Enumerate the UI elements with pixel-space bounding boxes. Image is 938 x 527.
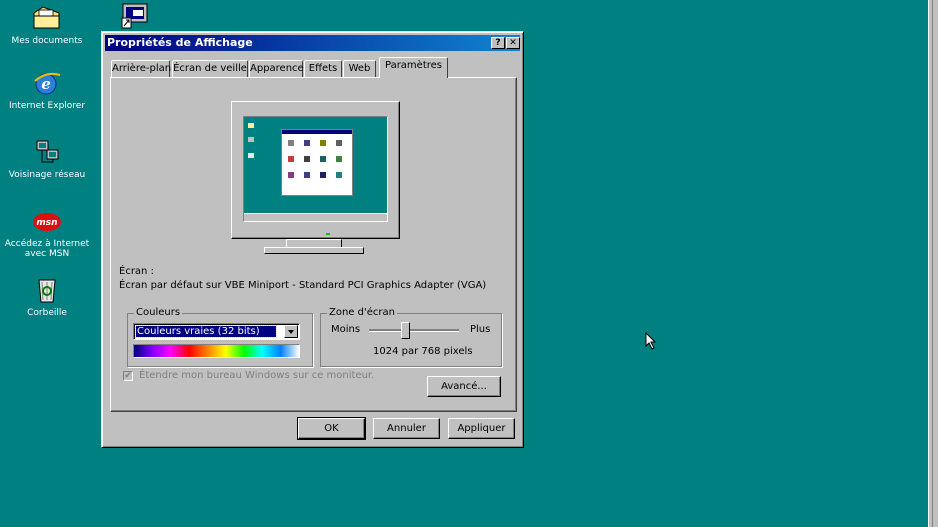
- monitor-screen: [243, 116, 388, 222]
- resolution-text: 1024 par 768 pixels: [373, 346, 473, 357]
- advanced-button[interactable]: Avancé...: [427, 376, 501, 397]
- chevron-down-icon[interactable]: [284, 325, 298, 338]
- desktop-icon-label: Internet Explorer: [8, 101, 86, 111]
- slider-max-label: Plus: [470, 324, 491, 335]
- svg-text:e: e: [41, 75, 51, 93]
- desktop-icon-label: Corbeille: [27, 308, 67, 318]
- help-button[interactable]: ?: [491, 37, 505, 49]
- desktop-icon-label: Accédez à Internet avec MSN: [4, 239, 90, 259]
- title-bar[interactable]: Propriétés de Affichage ? ✕: [105, 35, 520, 51]
- desktop-icon-internet-explorer[interactable]: e Internet Explorer: [0, 69, 94, 111]
- network-icon: [31, 138, 63, 166]
- desktop-icon-mes-documents[interactable]: Mes documents: [0, 4, 94, 46]
- desktop-icon-msn[interactable]: msn Accédez à Internet avec MSN: [0, 207, 94, 259]
- monitor-preview: [231, 101, 400, 239]
- ok-button[interactable]: OK: [297, 417, 366, 440]
- desktop-icon-voisinage-reseau[interactable]: Voisinage réseau: [0, 138, 94, 180]
- msn-badge: msn: [36, 218, 57, 228]
- msn-icon: msn: [31, 207, 63, 235]
- folder-documents-icon: [31, 4, 63, 32]
- screen-area-legend: Zone d'écran: [327, 307, 397, 319]
- power-led: [326, 233, 330, 235]
- resolution-slider-thumb[interactable]: [401, 322, 410, 339]
- recycle-bin-icon: [31, 276, 63, 304]
- tab-web[interactable]: Web: [343, 60, 376, 77]
- screen-area-group: Zone d'écran: [320, 307, 502, 367]
- tab-parametres[interactable]: Paramètres: [379, 57, 448, 78]
- monitor-base: [264, 247, 364, 254]
- display-properties-dialog[interactable]: Propriétés de Affichage ? ✕ Arrière-plan…: [101, 31, 524, 448]
- settings-panel: Écran : Écran par défaut sur VBE Minipor…: [110, 77, 517, 412]
- window-title: Propriétés de Affichage: [107, 36, 253, 49]
- mouse-cursor-icon: [645, 331, 657, 353]
- display-shortcut-icon[interactable]: [120, 2, 150, 30]
- resolution-slider-track[interactable]: [369, 329, 459, 332]
- close-button[interactable]: ✕: [506, 37, 520, 49]
- tab-effets[interactable]: Effets: [304, 60, 342, 77]
- desktop-icon-corbeille[interactable]: Corbeille: [0, 276, 94, 318]
- desktop-icon-label: Mes documents: [11, 36, 83, 46]
- screen-label: Écran :: [119, 266, 154, 277]
- cancel-button[interactable]: Annuler: [373, 418, 440, 439]
- extend-desktop-label: Étendre mon bureau Windows sur ce monite…: [139, 370, 375, 381]
- internet-explorer-icon: e: [31, 69, 63, 97]
- screen-adapter-value: Écran par défaut sur VBE Miniport - Stan…: [119, 280, 487, 291]
- color-spectrum: [133, 344, 300, 358]
- colors-selected-value: Couleurs vraies (32 bits): [135, 325, 277, 338]
- apply-button[interactable]: Appliquer: [448, 418, 515, 439]
- desktop-icon-label: Voisinage réseau: [8, 170, 86, 180]
- colors-group: Couleurs: [127, 307, 313, 367]
- tab-apparence[interactable]: Apparence: [249, 60, 304, 77]
- window-edge: [928, 0, 938, 527]
- tab-arriere-plan[interactable]: Arrière-plan: [111, 60, 171, 77]
- slider-min-label: Moins: [331, 324, 361, 335]
- colors-legend: Couleurs: [134, 307, 183, 319]
- mini-window: [281, 129, 353, 196]
- colors-select[interactable]: Couleurs vraies (32 bits): [133, 323, 300, 340]
- tab-ecran-de-veille[interactable]: Écran de veille: [172, 60, 248, 77]
- extend-desktop-checkbox[interactable]: ✔: [123, 371, 133, 381]
